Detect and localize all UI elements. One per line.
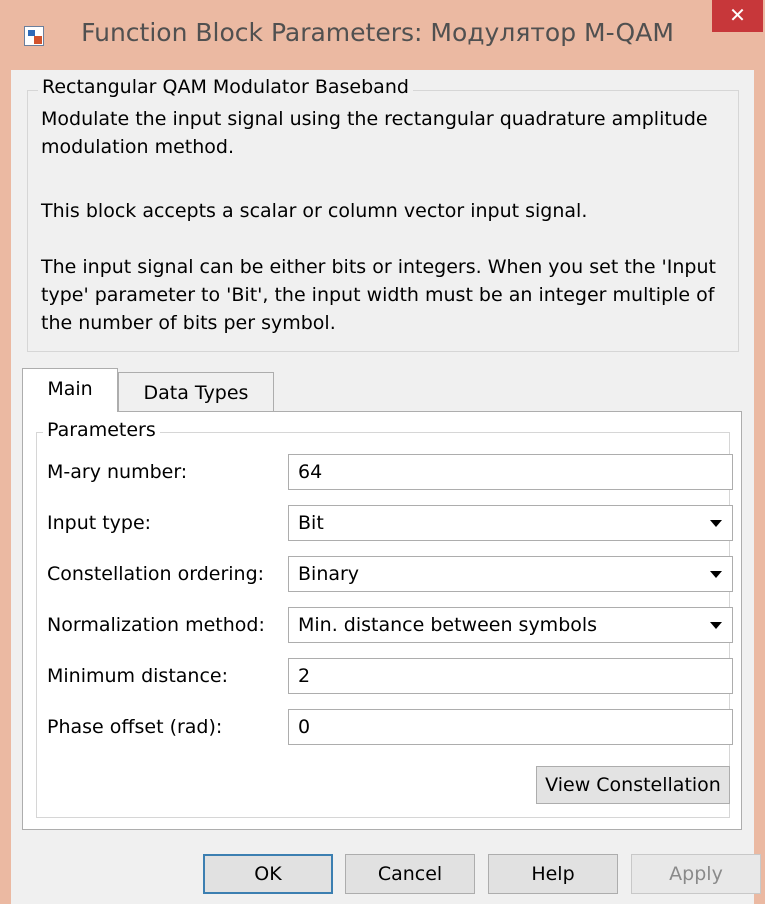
input-type-dropdown[interactable]: Bit <box>288 505 733 541</box>
close-button[interactable]: ✕ <box>712 0 763 32</box>
dropdown-arrow-icon <box>710 520 722 527</box>
apply-button[interactable]: Apply <box>631 854 761 894</box>
parameters-legend: Parameters <box>43 419 160 441</box>
title-bar[interactable]: Function Block Parameters: Модулятор M-Q… <box>0 0 765 70</box>
window-title: Function Block Parameters: Модулятор M-Q… <box>81 18 674 47</box>
tab-control: Main Data Types Parameters M-ary number:… <box>22 368 742 830</box>
dropdown-arrow-icon <box>710 622 722 629</box>
main-tab-panel: Parameters M-ary number: 64 Input type: … <box>22 411 742 830</box>
dialog-window: Function Block Parameters: Модулятор M-Q… <box>0 0 765 904</box>
parameters-group: Parameters M-ary number: 64 Input type: … <box>36 419 733 818</box>
minimum-distance-value: 2 <box>298 665 311 687</box>
phase-offset-value: 0 <box>298 716 311 738</box>
description-paragraph-3: The input signal can be either bits or i… <box>41 256 716 334</box>
description-group: Rectangular QAM Modulator Baseband Modul… <box>27 76 739 352</box>
input-type-value: Bit <box>298 512 324 534</box>
constellation-ordering-value: Binary <box>298 563 360 585</box>
normalization-method-label: Normalization method: <box>47 614 265 636</box>
input-type-label: Input type: <box>47 512 152 534</box>
normalization-method-dropdown[interactable]: Min. distance between symbols <box>288 607 733 643</box>
description-legend: Rectangular QAM Modulator Baseband <box>38 76 413 98</box>
normalization-method-value: Min. distance between symbols <box>298 614 598 636</box>
tab-main[interactable]: Main <box>22 368 118 412</box>
description-paragraph-2: This block accepts a scalar or column ve… <box>41 200 588 222</box>
m-ary-number-value: 64 <box>298 461 323 483</box>
cancel-button[interactable]: Cancel <box>345 854 475 894</box>
constellation-ordering-label: Constellation ordering: <box>47 563 265 585</box>
view-constellation-button[interactable]: View Constellation <box>536 766 730 804</box>
close-icon: ✕ <box>729 3 746 27</box>
phase-offset-label: Phase offset (rad): <box>47 716 223 738</box>
description-paragraph-1: Modulate the input signal using the rect… <box>41 108 708 158</box>
dialog-client-area: Rectangular QAM Modulator Baseband Modul… <box>11 70 761 904</box>
minimum-distance-input[interactable]: 2 <box>288 658 733 694</box>
minimum-distance-label: Minimum distance: <box>47 665 229 687</box>
m-ary-number-input[interactable]: 64 <box>288 454 733 490</box>
constellation-ordering-dropdown[interactable]: Binary <box>288 556 733 592</box>
dropdown-arrow-icon <box>710 571 722 578</box>
ok-button[interactable]: OK <box>203 854 333 894</box>
phase-offset-input[interactable]: 0 <box>288 709 733 745</box>
help-button[interactable]: Help <box>488 854 618 894</box>
m-ary-number-label: M-ary number: <box>47 461 188 483</box>
tab-data-types[interactable]: Data Types <box>118 372 274 412</box>
